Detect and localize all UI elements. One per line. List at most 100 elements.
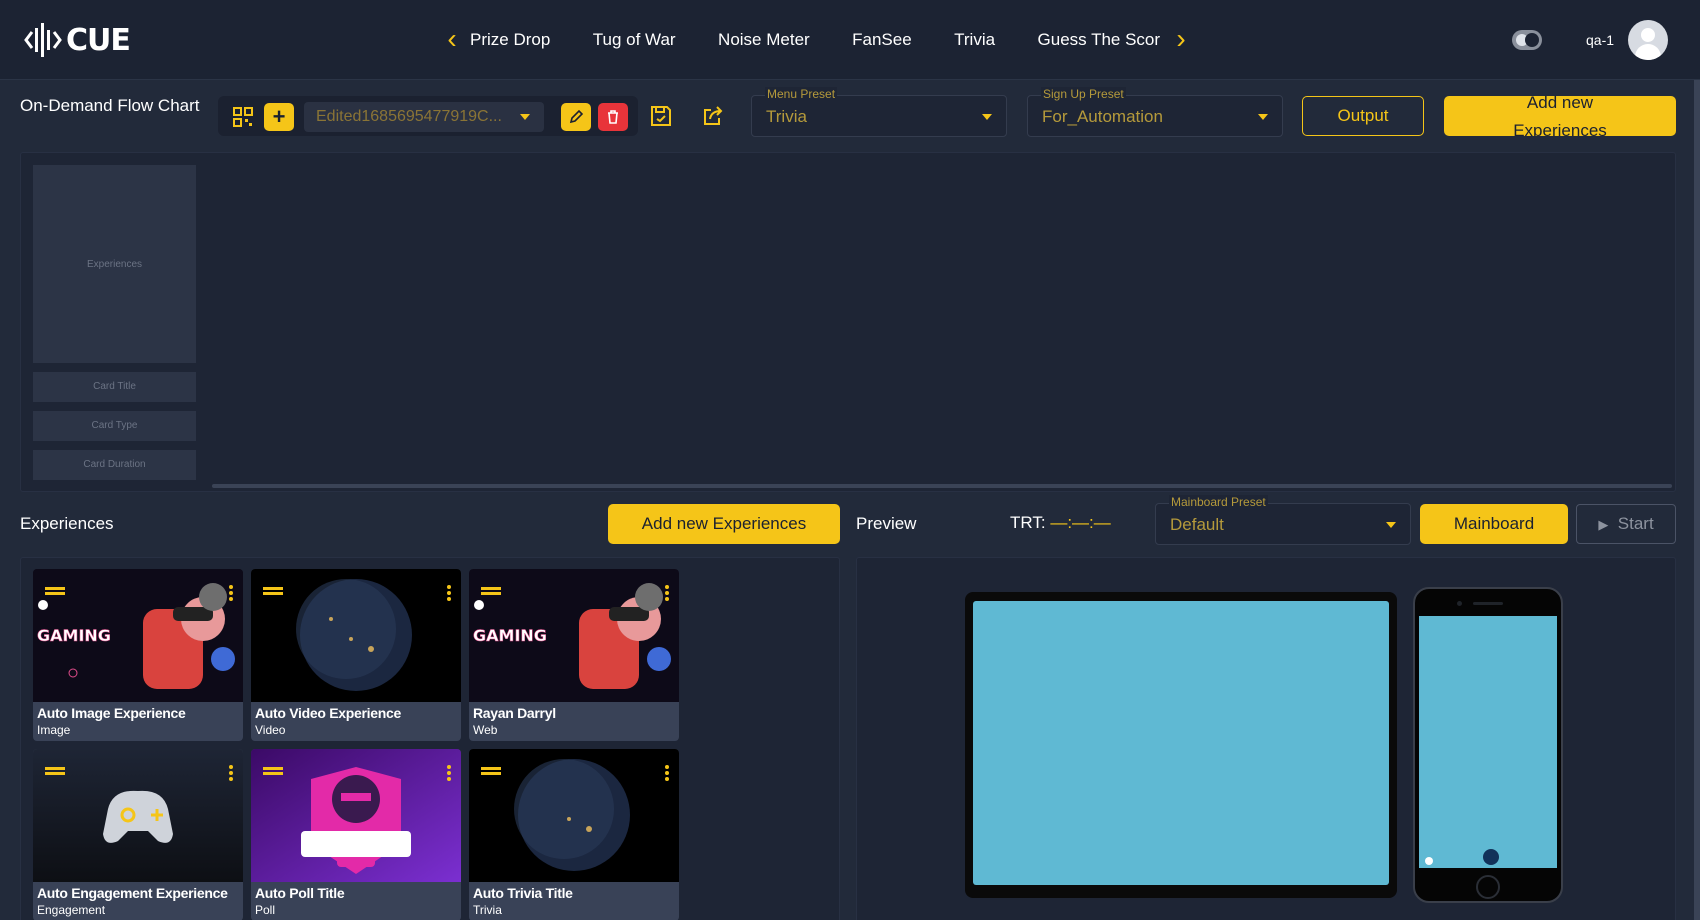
caret-down-icon bbox=[520, 114, 530, 120]
drag-handle-icon[interactable] bbox=[481, 767, 501, 775]
placeholder-card-type: Card Type bbox=[33, 411, 196, 441]
tablet-preview-screen bbox=[973, 601, 1389, 885]
add-new-experiences-button[interactable]: Add new Experiences bbox=[608, 504, 840, 544]
edit-flow-button[interactable] bbox=[561, 103, 591, 131]
user-avatar-icon[interactable] bbox=[1628, 20, 1668, 60]
experience-card-title: Auto Trivia Title bbox=[473, 885, 573, 901]
mainboard-preset-select[interactable]: Mainboard Preset Default bbox=[1155, 495, 1411, 545]
experience-card-title: Rayan Darryl bbox=[473, 705, 556, 721]
plus-icon: + bbox=[272, 104, 286, 129]
qr-grid-icon[interactable] bbox=[228, 103, 258, 131]
signup-preset-select[interactable]: Sign Up Preset For_Automation bbox=[1027, 87, 1283, 137]
tab-noise-meter[interactable]: Noise Meter bbox=[718, 27, 810, 53]
kebab-menu-icon[interactable] bbox=[229, 585, 233, 601]
logo-text: CUE bbox=[66, 22, 131, 58]
flow-select[interactable]: Edited1685695477919C... bbox=[304, 102, 544, 132]
phone-preview bbox=[1413, 587, 1563, 903]
menu-preset-label: Menu Preset bbox=[765, 87, 838, 101]
drag-handle-icon[interactable] bbox=[45, 767, 65, 775]
experiences-panel: GAMING Auto Image Experience Image Auto … bbox=[20, 557, 840, 920]
kebab-menu-icon[interactable] bbox=[447, 585, 451, 601]
trt-readout: TRT: —:—:— bbox=[1010, 513, 1111, 533]
delete-flow-button[interactable] bbox=[598, 103, 628, 131]
kebab-menu-icon[interactable] bbox=[665, 585, 669, 601]
experience-card-title: Auto Engagement Experience bbox=[37, 885, 228, 901]
drag-handle-icon[interactable] bbox=[263, 767, 283, 775]
page-scrollbar[interactable] bbox=[1694, 80, 1700, 920]
drag-handle-icon[interactable] bbox=[45, 587, 65, 595]
pencil-icon bbox=[569, 109, 584, 124]
menu-preset-select[interactable]: Menu Preset Trivia bbox=[751, 87, 1007, 137]
tab-tug-of-war[interactable]: Tug of War bbox=[593, 27, 676, 53]
experiences-heading: Experiences bbox=[20, 514, 114, 533]
theme-toggle-icon[interactable] bbox=[1512, 30, 1542, 50]
phone-home-button bbox=[1476, 875, 1500, 899]
phone-preview-screen bbox=[1419, 616, 1557, 868]
add-flow-button[interactable]: + bbox=[264, 103, 294, 131]
flow-select-value: Edited1685695477919C... bbox=[316, 108, 502, 125]
tab-guess-the-score[interactable]: Guess The Score bbox=[1038, 27, 1160, 53]
preview-panel bbox=[856, 557, 1676, 920]
svg-text:GAMING: GAMING bbox=[37, 626, 111, 645]
mainboard-preset-label: Mainboard Preset bbox=[1169, 495, 1268, 509]
kebab-menu-icon[interactable] bbox=[447, 765, 451, 781]
placeholder-card-duration: Card Duration bbox=[33, 450, 196, 480]
drag-handle-icon[interactable] bbox=[481, 587, 501, 595]
add-new-experiences-label: Add new Experiences bbox=[1513, 96, 1607, 136]
svg-text:GAMING: GAMING bbox=[473, 626, 547, 645]
experience-card[interactable]: Auto Trivia Title Trivia bbox=[469, 749, 679, 920]
output-button[interactable]: Output bbox=[1302, 96, 1424, 136]
chevron-right-icon[interactable]: › bbox=[1169, 25, 1193, 54]
sound-wave-logo-icon bbox=[24, 23, 62, 57]
tablet-preview bbox=[965, 592, 1397, 898]
caret-down-icon bbox=[982, 114, 992, 120]
flow-toolbar: + Edited1685695477919C... bbox=[218, 96, 638, 136]
experience-card[interactable]: Auto Engagement Experience Engagement bbox=[33, 749, 243, 920]
tab-fansee[interactable]: FanSee bbox=[852, 27, 912, 53]
drag-handle-icon[interactable] bbox=[263, 587, 283, 595]
experience-card[interactable]: GAMING Rayan Darryl Web bbox=[469, 569, 679, 741]
app-logo[interactable]: CUE bbox=[24, 20, 131, 60]
experience-card-type: Engagement bbox=[37, 903, 106, 917]
tab-prize-drop[interactable]: Prize Drop bbox=[470, 27, 550, 53]
experience-card-title: Auto Video Experience bbox=[255, 705, 401, 721]
tab-trivia[interactable]: Trivia bbox=[954, 27, 995, 53]
menu-preset-value: Trivia bbox=[766, 107, 807, 126]
page-title: On-Demand Flow Chart bbox=[20, 96, 200, 115]
experience-card-type: Image bbox=[37, 723, 71, 737]
experience-card-title: Auto Poll Title bbox=[255, 885, 345, 901]
experience-type-tabs: Prize Drop Tug of War Noise Meter FanSee… bbox=[470, 27, 1160, 55]
placeholder-card-image: Experiences bbox=[33, 165, 196, 363]
experience-card[interactable]: Auto Poll Title Poll bbox=[251, 749, 461, 920]
experience-card[interactable]: GAMING Auto Image Experience Image bbox=[33, 569, 243, 741]
kebab-menu-icon[interactable] bbox=[665, 765, 669, 781]
experience-card-type: Web bbox=[473, 723, 498, 737]
save-icon[interactable] bbox=[648, 104, 674, 130]
experience-card[interactable]: Auto Video Experience Video bbox=[251, 569, 461, 741]
experience-card-title: Auto Image Experience bbox=[37, 705, 186, 721]
signup-preset-value: For_Automation bbox=[1042, 107, 1163, 126]
signup-preset-label: Sign Up Preset bbox=[1041, 87, 1126, 101]
chevron-left-icon[interactable]: ‹ bbox=[440, 25, 464, 54]
start-button[interactable]: ▶ Start bbox=[1576, 504, 1676, 544]
experience-card-type: Poll bbox=[255, 903, 276, 917]
flow-chart-canvas[interactable]: Experiences Card Title Card Type Card Du… bbox=[20, 152, 1676, 492]
mainboard-preset-value: Default bbox=[1170, 515, 1224, 534]
user-name: qa-1 bbox=[1586, 32, 1615, 48]
caret-down-icon bbox=[1386, 522, 1396, 528]
top-navigation-bar: CUE ‹ Prize Drop Tug of War Noise Meter … bbox=[0, 0, 1700, 80]
kebab-menu-icon[interactable] bbox=[229, 765, 233, 781]
placeholder-card-title: Card Title bbox=[33, 372, 196, 402]
experience-card-type: Trivia bbox=[473, 903, 502, 917]
start-label: Start bbox=[1617, 514, 1654, 533]
horizontal-scrollbar[interactable] bbox=[212, 484, 1672, 488]
share-icon[interactable] bbox=[700, 104, 726, 130]
add-new-experiences-flow-button[interactable]: Add new Experiences bbox=[1444, 96, 1676, 136]
trash-icon bbox=[608, 110, 618, 124]
preview-heading: Preview bbox=[856, 514, 917, 533]
play-icon: ▶ bbox=[1598, 517, 1609, 532]
mainboard-button[interactable]: Mainboard bbox=[1420, 504, 1568, 544]
caret-down-icon bbox=[1258, 114, 1268, 120]
trt-label: TRT: bbox=[1010, 513, 1046, 532]
trt-value: —:—:— bbox=[1050, 513, 1111, 532]
